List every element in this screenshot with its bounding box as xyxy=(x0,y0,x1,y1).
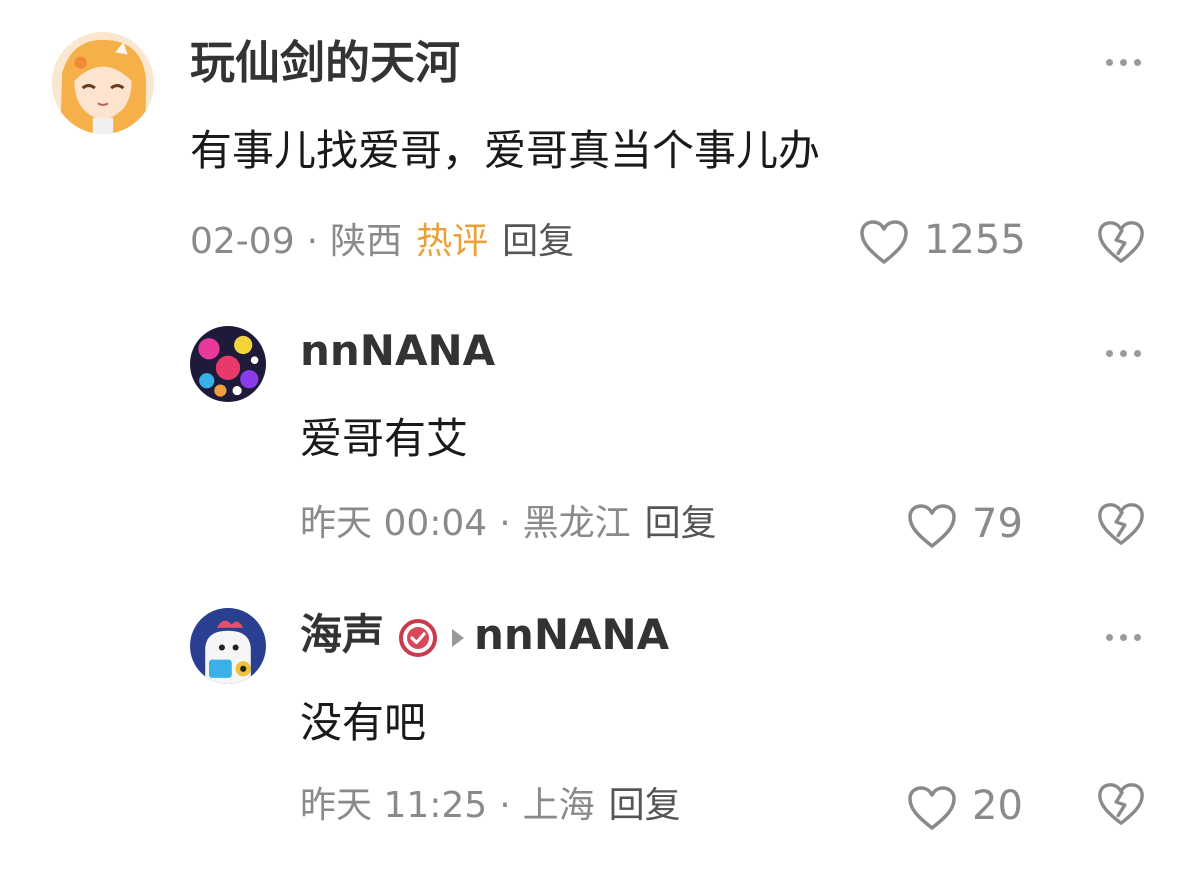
like-button[interactable]: 79 xyxy=(906,502,1026,550)
comment-item: 玩仙剑的天河 有事儿找爱哥，爱哥真当个事儿办 02-09 · 陕西 热评 回复 1255 xyxy=(0,0,1200,290)
reply-arrow-icon xyxy=(452,628,465,647)
like-button[interactable]: 1255 xyxy=(858,218,1028,266)
heart-icon xyxy=(908,504,956,548)
like-count: 20 xyxy=(972,783,1023,829)
like-count: 1255 xyxy=(924,217,1026,263)
comment-location: 黑龙江 xyxy=(522,503,631,544)
separator: · xyxy=(306,221,319,262)
username[interactable]: 玩仙剑的天河 xyxy=(190,40,460,85)
comment-date: 昨天 11:25 xyxy=(300,785,488,826)
avatar[interactable] xyxy=(190,608,266,684)
more-icon[interactable] xyxy=(1106,634,1142,642)
verified-badge-icon xyxy=(399,618,438,657)
reply-button[interactable]: 回复 xyxy=(645,503,717,544)
comment-text: 有事儿找爱哥，爱哥真当个事儿办 xyxy=(190,126,821,175)
comment-meta: 昨天 00:04 · 黑龙江 回复 xyxy=(300,506,717,542)
broken-heart-icon[interactable] xyxy=(1096,500,1146,548)
avatar[interactable] xyxy=(52,32,154,134)
heart-icon xyxy=(908,786,956,830)
heart-icon xyxy=(860,220,908,264)
like-count: 79 xyxy=(972,501,1023,547)
separator: · xyxy=(499,503,511,544)
comment-text: 没有吧 xyxy=(300,698,427,747)
comment-date: 昨天 00:04 xyxy=(300,503,488,544)
comment-date: 02-09 xyxy=(190,221,295,262)
broken-heart-icon[interactable] xyxy=(1096,780,1146,828)
separator: · xyxy=(499,785,511,826)
comment-thread: 玩仙剑的天河 有事儿找爱哥，爱哥真当个事儿办 02-09 · 陕西 热评 回复 1255 xyxy=(0,0,1200,872)
avatar[interactable] xyxy=(190,326,266,402)
comment-text: 爱哥有艾 xyxy=(300,414,469,463)
comment-item: 海声 nnNANA 没有吧 昨天 11:25 · 上海 回复 20 xyxy=(0,580,1200,872)
broken-heart-icon[interactable] xyxy=(1096,218,1146,266)
username-link[interactable]: 海声 xyxy=(300,610,384,659)
comment-location: 上海 xyxy=(522,785,595,826)
username[interactable]: nnNANA xyxy=(300,330,495,372)
comment-meta: 昨天 11:25 · 上海 回复 xyxy=(300,788,681,824)
comment-location: 陕西 xyxy=(330,221,403,262)
comment-item: nnNANA 爱哥有艾 昨天 00:04 · 黑龙江 回复 79 xyxy=(0,290,1200,580)
hot-badge: 热评 xyxy=(416,221,489,262)
more-icon[interactable] xyxy=(1106,350,1142,358)
like-button[interactable]: 20 xyxy=(906,784,1026,832)
reply-to-username[interactable]: nnNANA xyxy=(474,610,669,659)
comment-meta: 02-09 · 陕西 热评 回复 xyxy=(190,224,574,260)
more-icon[interactable] xyxy=(1106,59,1142,67)
reply-button[interactable]: 回复 xyxy=(502,221,574,262)
reply-button[interactable]: 回复 xyxy=(609,785,681,826)
username: 海声 nnNANA xyxy=(300,614,669,658)
